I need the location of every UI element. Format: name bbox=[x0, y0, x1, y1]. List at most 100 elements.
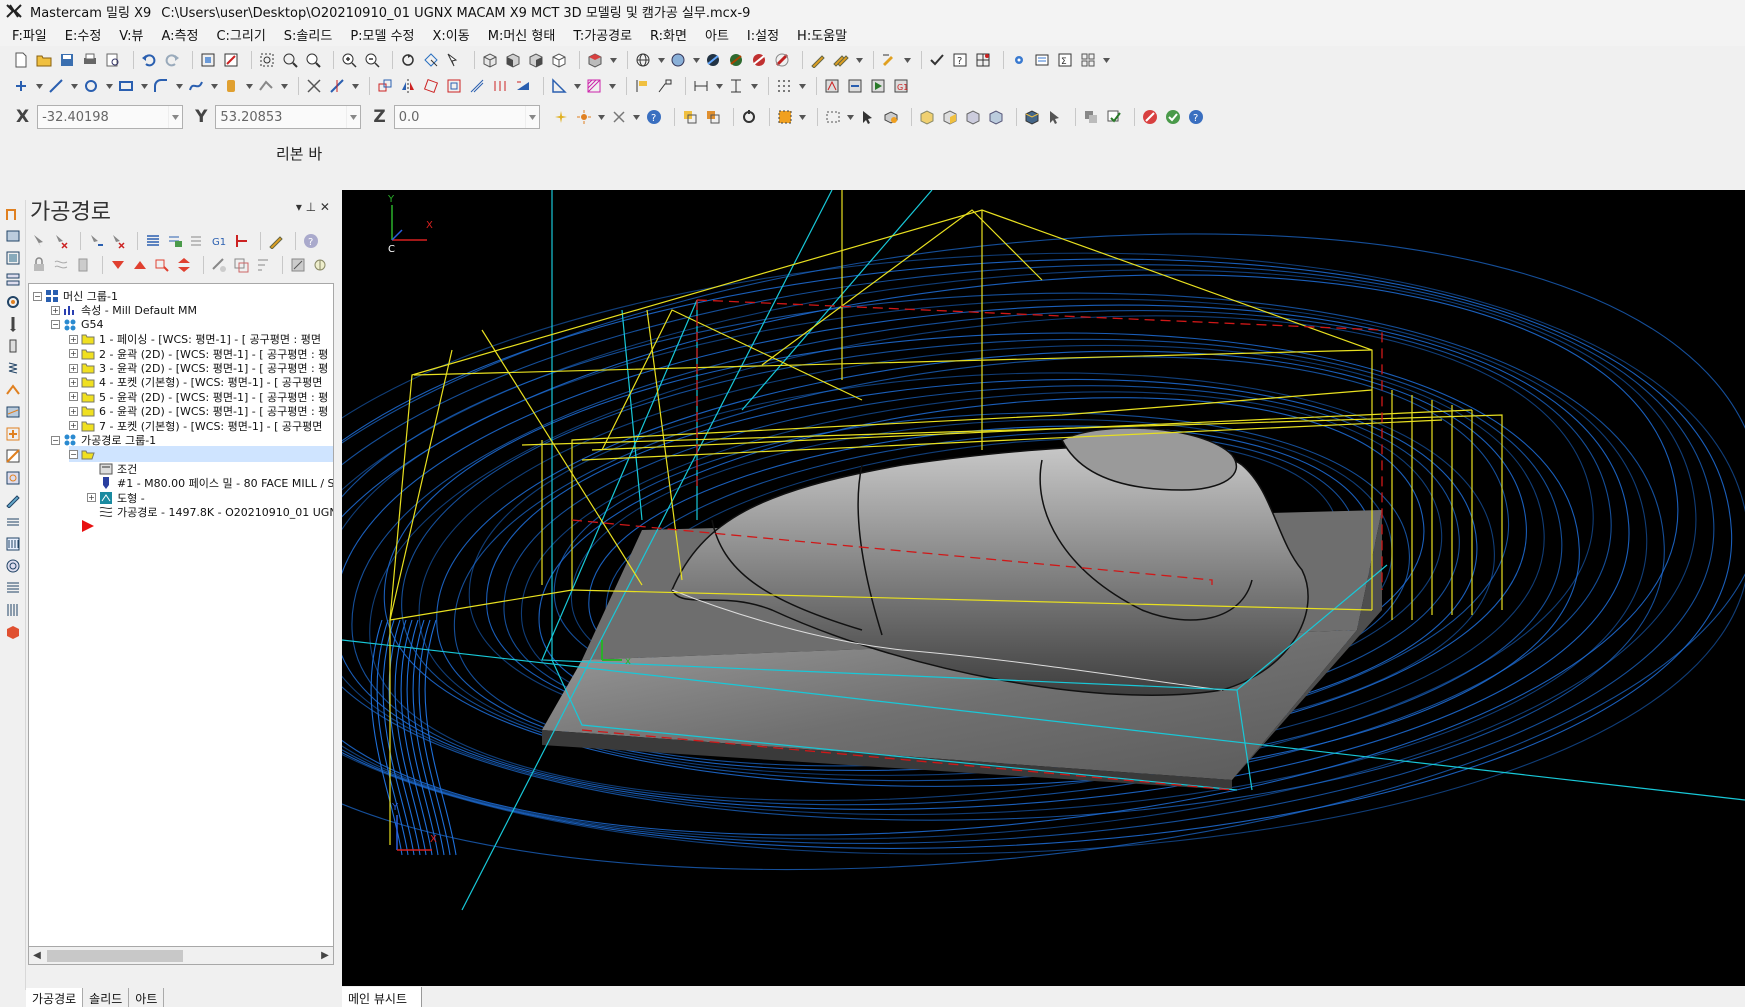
tree-horizontal-scrollbar[interactable]: ◀ ▶ bbox=[28, 947, 334, 965]
chevron-down-icon[interactable] bbox=[168, 106, 182, 128]
menu-file[interactable]: F:파일 bbox=[12, 25, 47, 44]
point-icon[interactable] bbox=[12, 77, 30, 95]
wireframe-icon[interactable] bbox=[634, 51, 652, 69]
insert-after-icon[interactable] bbox=[153, 256, 171, 274]
scroll-left-icon[interactable]: ◀ bbox=[29, 950, 45, 961]
expand-icon[interactable]: + bbox=[69, 334, 78, 344]
collapse-icon[interactable]: − bbox=[51, 435, 60, 445]
menu-help[interactable]: H:도움말 bbox=[797, 25, 847, 44]
expand-icon[interactable]: + bbox=[69, 349, 78, 359]
help-ops-icon[interactable]: ? bbox=[302, 232, 320, 250]
toggle-display-icon[interactable] bbox=[52, 256, 70, 274]
raster-op-icon[interactable] bbox=[5, 536, 21, 552]
solid-from-back-icon[interactable] bbox=[1023, 108, 1041, 126]
hatch-icon[interactable] bbox=[585, 77, 603, 95]
repaint-icon[interactable] bbox=[222, 51, 240, 69]
toolpath-post-icon[interactable]: G1 bbox=[892, 77, 910, 95]
chevron-down-icon[interactable] bbox=[798, 77, 806, 95]
chevron-down-icon[interactable] bbox=[609, 51, 617, 69]
insert-between-icon[interactable] bbox=[175, 256, 193, 274]
scroll-thumb[interactable] bbox=[47, 949, 183, 962]
solid-edge-icon[interactable] bbox=[964, 108, 982, 126]
chevron-down-icon[interactable] bbox=[105, 77, 113, 95]
snap-point-icon[interactable] bbox=[575, 108, 593, 126]
waterline-op-icon[interactable] bbox=[5, 514, 21, 530]
simulate-ops-icon[interactable] bbox=[188, 232, 206, 250]
redo-icon[interactable] bbox=[163, 51, 181, 69]
snap-off-icon[interactable] bbox=[610, 108, 628, 126]
chevron-down-icon[interactable] bbox=[346, 106, 360, 128]
xform-array-icon[interactable] bbox=[491, 77, 509, 95]
high-speed-icon[interactable] bbox=[232, 232, 250, 250]
collapse-icon[interactable]: − bbox=[51, 320, 60, 330]
chevron-down-icon[interactable] bbox=[245, 77, 253, 95]
chevron-down-icon[interactable] bbox=[70, 77, 78, 95]
toggle-posting-icon[interactable] bbox=[74, 256, 92, 274]
view-front-icon[interactable] bbox=[504, 51, 522, 69]
rectangle-icon[interactable] bbox=[117, 77, 135, 95]
z-coordinate-input[interactable]: 0.0 bbox=[393, 105, 540, 129]
chevron-down-icon[interactable] bbox=[280, 77, 288, 95]
leader-icon[interactable] bbox=[656, 77, 674, 95]
select-all-icon[interactable] bbox=[681, 108, 699, 126]
chevron-down-icon[interactable] bbox=[210, 77, 218, 95]
open-file-icon[interactable] bbox=[35, 51, 53, 69]
settings-gear-icon[interactable] bbox=[1010, 51, 1028, 69]
layers-icon[interactable] bbox=[1033, 51, 1051, 69]
regenerate-dirty-icon[interactable] bbox=[109, 232, 127, 250]
contour-op-icon[interactable] bbox=[5, 206, 21, 222]
menu-view[interactable]: V:뷰 bbox=[119, 25, 143, 44]
collapse-tree-icon[interactable] bbox=[254, 256, 272, 274]
chevron-down-icon[interactable] bbox=[692, 51, 700, 69]
help-icon[interactable]: ? bbox=[645, 108, 663, 126]
fast-point-icon[interactable] bbox=[552, 108, 570, 126]
lock-icon[interactable] bbox=[30, 256, 48, 274]
help-circle-icon[interactable]: ? bbox=[1187, 108, 1205, 126]
fit-icon[interactable] bbox=[199, 51, 217, 69]
dimension-vertical-icon[interactable] bbox=[727, 77, 745, 95]
bore-op-icon[interactable] bbox=[5, 338, 21, 354]
drafting-icon[interactable] bbox=[550, 77, 568, 95]
menu-screen[interactable]: R:화면 bbox=[650, 25, 687, 44]
tab-solids[interactable]: 솔리드 bbox=[83, 988, 130, 1007]
pencil-icon[interactable] bbox=[809, 51, 827, 69]
expand-icon[interactable]: + bbox=[69, 421, 78, 431]
regenerate-ops-icon[interactable] bbox=[87, 232, 105, 250]
show-geometry-icon[interactable] bbox=[232, 256, 250, 274]
menu-analyze[interactable]: A:측정 bbox=[161, 25, 198, 44]
menu-edit[interactable]: E:수정 bbox=[65, 25, 102, 44]
stock-model-icon[interactable] bbox=[5, 624, 21, 640]
circle-icon[interactable] bbox=[82, 77, 100, 95]
xform-offset-icon[interactable] bbox=[468, 77, 486, 95]
drill-op-icon[interactable] bbox=[5, 316, 21, 332]
toolpath-editor-icon[interactable] bbox=[289, 256, 307, 274]
toolpath-verify-icon[interactable] bbox=[823, 77, 841, 95]
stock-settings-icon[interactable] bbox=[311, 256, 329, 274]
xform-scale-icon[interactable] bbox=[445, 77, 463, 95]
solid-face-icon[interactable] bbox=[941, 108, 959, 126]
dimension-horizontal-icon[interactable] bbox=[692, 77, 710, 95]
menu-create[interactable]: C:그리기 bbox=[216, 25, 265, 44]
print-preview-icon[interactable] bbox=[104, 51, 122, 69]
save-icon[interactable] bbox=[58, 51, 76, 69]
menu-xform[interactable]: X:이동 bbox=[433, 25, 470, 44]
zoom-in-icon[interactable] bbox=[340, 51, 358, 69]
collapse-icon[interactable]: − bbox=[69, 449, 78, 459]
rotate-icon[interactable] bbox=[399, 51, 417, 69]
face-op-icon[interactable] bbox=[5, 250, 21, 266]
help-query-icon[interactable]: ? bbox=[951, 51, 969, 69]
chevron-down-icon[interactable] bbox=[598, 108, 606, 126]
solid-extrude-icon[interactable] bbox=[222, 77, 240, 95]
menu-machine-type[interactable]: M:머신 형태 bbox=[488, 25, 556, 44]
chevron-down-icon[interactable] bbox=[750, 77, 758, 95]
add-op-icon[interactable] bbox=[5, 426, 21, 442]
shade-red-icon[interactable] bbox=[750, 51, 768, 69]
analyze-icon[interactable] bbox=[928, 51, 946, 69]
menu-solids[interactable]: S:솔리드 bbox=[284, 25, 333, 44]
show-selected-icon[interactable] bbox=[210, 256, 228, 274]
spiral-op-icon[interactable] bbox=[5, 558, 21, 574]
view-side-icon[interactable] bbox=[527, 51, 545, 69]
xform-translate-icon[interactable] bbox=[376, 77, 394, 95]
pocket-op-icon[interactable] bbox=[5, 228, 21, 244]
panel-window-controls[interactable]: ▾ ⊥ ✕ bbox=[296, 200, 330, 214]
